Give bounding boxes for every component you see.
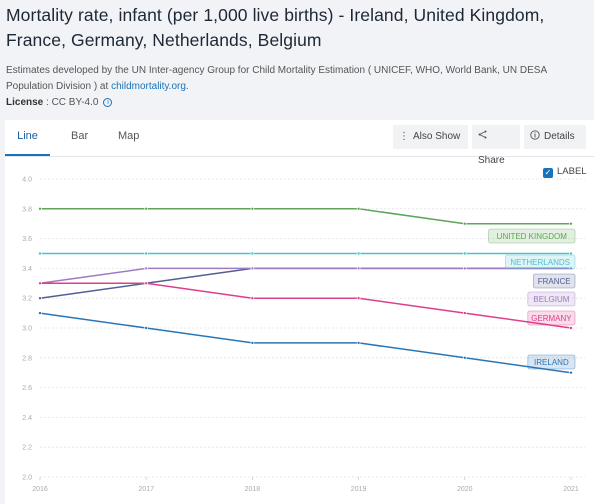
series-label-germany: GERMANY	[531, 314, 572, 323]
data-point-netherlands	[356, 251, 361, 256]
y-tick-label: 3.2	[22, 296, 32, 303]
x-tick-label: 2017	[138, 486, 154, 493]
series-label-united-kingdom: UNITED KINGDOM	[497, 232, 568, 241]
data-point-germany	[250, 296, 255, 301]
y-tick-label: 2.2	[22, 445, 32, 452]
data-point-netherlands	[569, 251, 573, 256]
data-point-belgium	[144, 266, 148, 271]
data-point-ireland	[569, 370, 573, 375]
y-tick-label: 3.6	[22, 236, 32, 243]
data-point-united-kingdom	[38, 207, 42, 211]
y-tick-label: 3.0	[22, 326, 32, 333]
y-tick-label: 2.4	[22, 415, 32, 422]
x-tick-label: 2021	[563, 486, 579, 493]
y-tick-label: 3.4	[22, 266, 32, 273]
data-point-ireland	[462, 355, 467, 360]
y-tick-label: 3.8	[22, 206, 32, 213]
data-point-belgium	[250, 266, 255, 271]
series-line-united-kingdom	[40, 208, 571, 225]
data-point-netherlands	[38, 251, 42, 256]
data-point-germany	[569, 326, 573, 330]
data-point-belgium	[462, 266, 467, 271]
series-line-germany	[40, 282, 572, 329]
y-tick-label: 2.0	[22, 475, 32, 482]
data-point-netherlands	[250, 251, 255, 256]
x-tick-label: 2019	[351, 486, 367, 493]
x-tick-label: 2018	[245, 486, 261, 493]
line-chart: 2.0 2.2 2.4 2.6 2.8 3.0 3.2 3.4 3.6 3.8 4.0 2016 201…	[22, 177, 585, 493]
data-point-united-kingdom	[462, 221, 467, 226]
y-tick-label: 4.0	[22, 177, 32, 184]
data-point-ireland	[38, 311, 42, 315]
data-point-belgium	[356, 266, 361, 271]
data-point-united-kingdom	[356, 207, 361, 211]
y-tick-label: 2.6	[22, 385, 32, 392]
data-point-germany	[38, 281, 42, 286]
data-point-germany	[356, 296, 361, 301]
series-label-ireland: IRELAND	[534, 358, 569, 367]
data-point-netherlands	[144, 251, 148, 256]
data-point-united-kingdom	[569, 221, 573, 226]
data-point-germany	[462, 311, 467, 315]
data-point-united-kingdom	[144, 207, 148, 211]
series-label-belgium: BELGIUM	[533, 295, 569, 304]
x-tick-label: 2020	[457, 486, 473, 493]
series-line-ireland	[39, 312, 572, 374]
series-label-netherlands: NETHERLANDS	[510, 258, 570, 267]
data-point-france	[38, 296, 42, 301]
data-point-netherlands	[462, 251, 467, 256]
x-tick-label: 2016	[32, 486, 48, 493]
data-point-ireland	[144, 326, 148, 330]
series-line-belgium	[39, 267, 571, 285]
series-label-france: FRANCE	[538, 277, 571, 286]
data-point-united-kingdom	[250, 207, 255, 211]
data-point-germany	[144, 281, 148, 286]
data-point-ireland	[250, 341, 255, 345]
data-point-ireland	[356, 341, 361, 345]
y-tick-label: 2.8	[22, 355, 32, 362]
